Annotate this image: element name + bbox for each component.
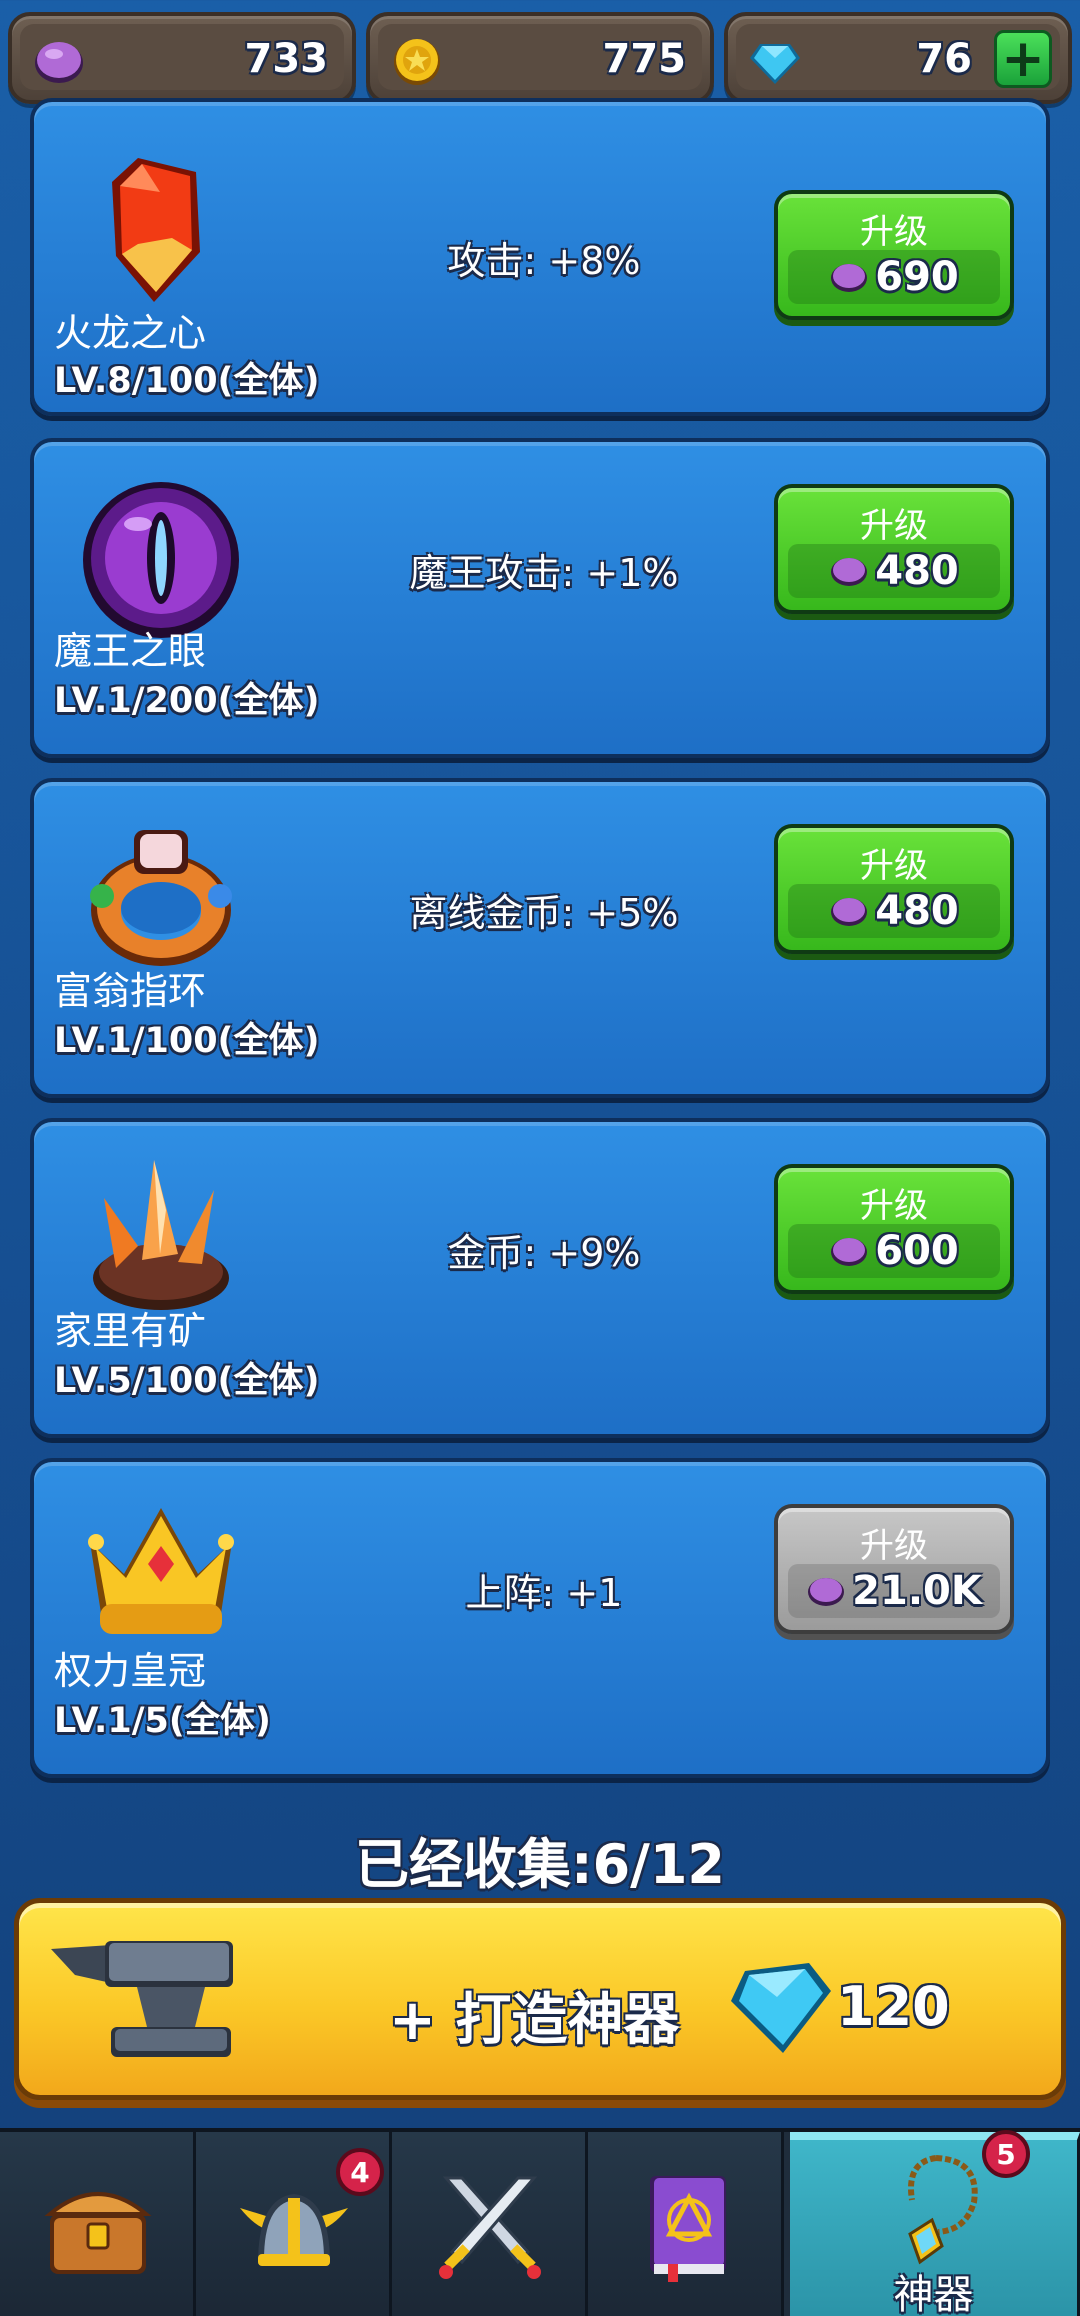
artifact-effect: 攻击: +8% [447, 239, 641, 283]
purple-orb-icon [831, 558, 868, 586]
currency-bar: 733 775 76 + [0, 0, 1080, 110]
upgrade-button-disabled[interactable]: 升级 21.0K [774, 1504, 1014, 1634]
upgrade-button[interactable]: 升级 600 [774, 1164, 1014, 1294]
artifact-level: LV.5/100(全体) [54, 1361, 320, 1401]
diamond-icon [731, 1963, 831, 2053]
upgrade-cost: 480 [875, 548, 959, 594]
tab-spellbook[interactable] [588, 2132, 784, 2316]
upgrade-cost: 480 [875, 888, 959, 934]
forge-artifact-button[interactable]: + 打造神器 120 [14, 1898, 1066, 2100]
tab-treasure[interactable] [0, 2132, 196, 2316]
orb-currency-pill: 733 [8, 12, 356, 104]
upgrade-cost: 600 [875, 1228, 959, 1274]
upgrade-label: 升级 [860, 212, 928, 252]
artifact-card-home-mine: 家里有矿 LV.5/100(全体) 金币: +9% 升级 600 [30, 1118, 1050, 1438]
forge-price: 120 [837, 1975, 950, 2038]
artifact-level: LV.1/5(全体) [54, 1701, 271, 1741]
tab-artifacts[interactable]: 5 神器 [790, 2130, 1080, 2316]
purple-orb-icon [831, 264, 868, 292]
gold-coin-icon [394, 39, 440, 85]
artifact-card-power-crown: 权力皇冠 LV.1/5(全体) 上阵: +1 升级 21.0K [30, 1458, 1050, 1778]
upgrade-label: 升级 [860, 1526, 928, 1566]
upgrade-button[interactable]: 升级 480 [774, 824, 1014, 954]
crossed-swords-icon [439, 2176, 541, 2279]
artifact-effect: 金币: +9% [447, 1231, 641, 1275]
artifact-name: 家里有矿 [54, 1309, 207, 1353]
artifact-card-demon-eye: 魔王之眼 LV.1/200(全体) 魔王攻击: +1% 升级 480 [30, 438, 1050, 758]
gold-crown-icon [88, 1508, 234, 1634]
spellbook-icon [650, 2176, 726, 2282]
artifact-level: LV.1/100(全体) [54, 1021, 320, 1061]
artifact-effect: 上阵: +1 [465, 1571, 623, 1615]
upgrade-button[interactable]: 升级 690 [774, 190, 1014, 320]
diamond-icon [750, 44, 800, 84]
artifact-effect: 离线金币: +5% [409, 891, 679, 935]
purple-orb-icon [35, 42, 83, 83]
gem-currency-pill: 76 + [724, 12, 1072, 104]
tab-artifacts-label: 神器 [893, 2272, 974, 2316]
ore-crystals-icon [93, 1160, 229, 1310]
gold-currency-pill: 775 [366, 12, 714, 104]
gem-count: 76 [916, 36, 972, 82]
artifact-name: 火龙之心 [54, 311, 207, 355]
add-gems-button[interactable]: + [994, 30, 1052, 88]
upgrade-button[interactable]: 升级 480 [774, 484, 1014, 614]
purple-orb-icon [808, 1578, 845, 1606]
viking-helmet-icon [240, 2194, 348, 2266]
upgrade-cost: 690 [875, 254, 959, 300]
purple-orb-icon [831, 1238, 868, 1266]
artifact-level: LV.8/100(全体) [54, 361, 320, 401]
jeweled-ring-icon [90, 830, 232, 966]
artifact-effect: 魔王攻击: +1% [409, 551, 679, 595]
collected-count: 已经收集:6/12 [354, 1833, 726, 1896]
artifact-level: LV.1/200(全体) [54, 681, 320, 721]
upgrade-label: 升级 [860, 506, 928, 546]
treasure-chest-icon [44, 2192, 152, 2274]
fire-crystal-icon [112, 158, 200, 302]
tab-battle[interactable] [392, 2132, 588, 2316]
upgrade-cost: 21.0K [852, 1568, 982, 1614]
upgrade-label: 升级 [860, 846, 928, 886]
purple-orb-icon [831, 898, 868, 926]
upgrade-label: 升级 [860, 1186, 928, 1226]
bottom-nav: 4 5 神器 [0, 2128, 1080, 2316]
gold-count: 775 [602, 36, 687, 82]
orb-count: 733 [244, 36, 329, 82]
artifacts-badge: 5 [982, 2130, 1030, 2178]
forge-label: + 打造神器 [389, 1988, 680, 2053]
tab-heroes[interactable]: 4 [196, 2132, 392, 2316]
artifact-name: 富翁指环 [54, 969, 207, 1013]
artifact-card-fire-dragon-heart: 火龙之心 LV.8/100(全体) 攻击: +8% 升级 690 [30, 98, 1050, 416]
demon-eye-icon [83, 482, 239, 638]
artifact-card-rich-ring: 富翁指环 LV.1/100(全体) 离线金币: +5% 升级 480 [30, 778, 1050, 1098]
artifact-name: 权力皇冠 [54, 1649, 207, 1693]
anvil-icon [51, 1941, 233, 2057]
heroes-badge: 4 [336, 2148, 384, 2196]
artifact-name: 魔王之眼 [54, 629, 207, 673]
amulet-icon [908, 2155, 978, 2265]
